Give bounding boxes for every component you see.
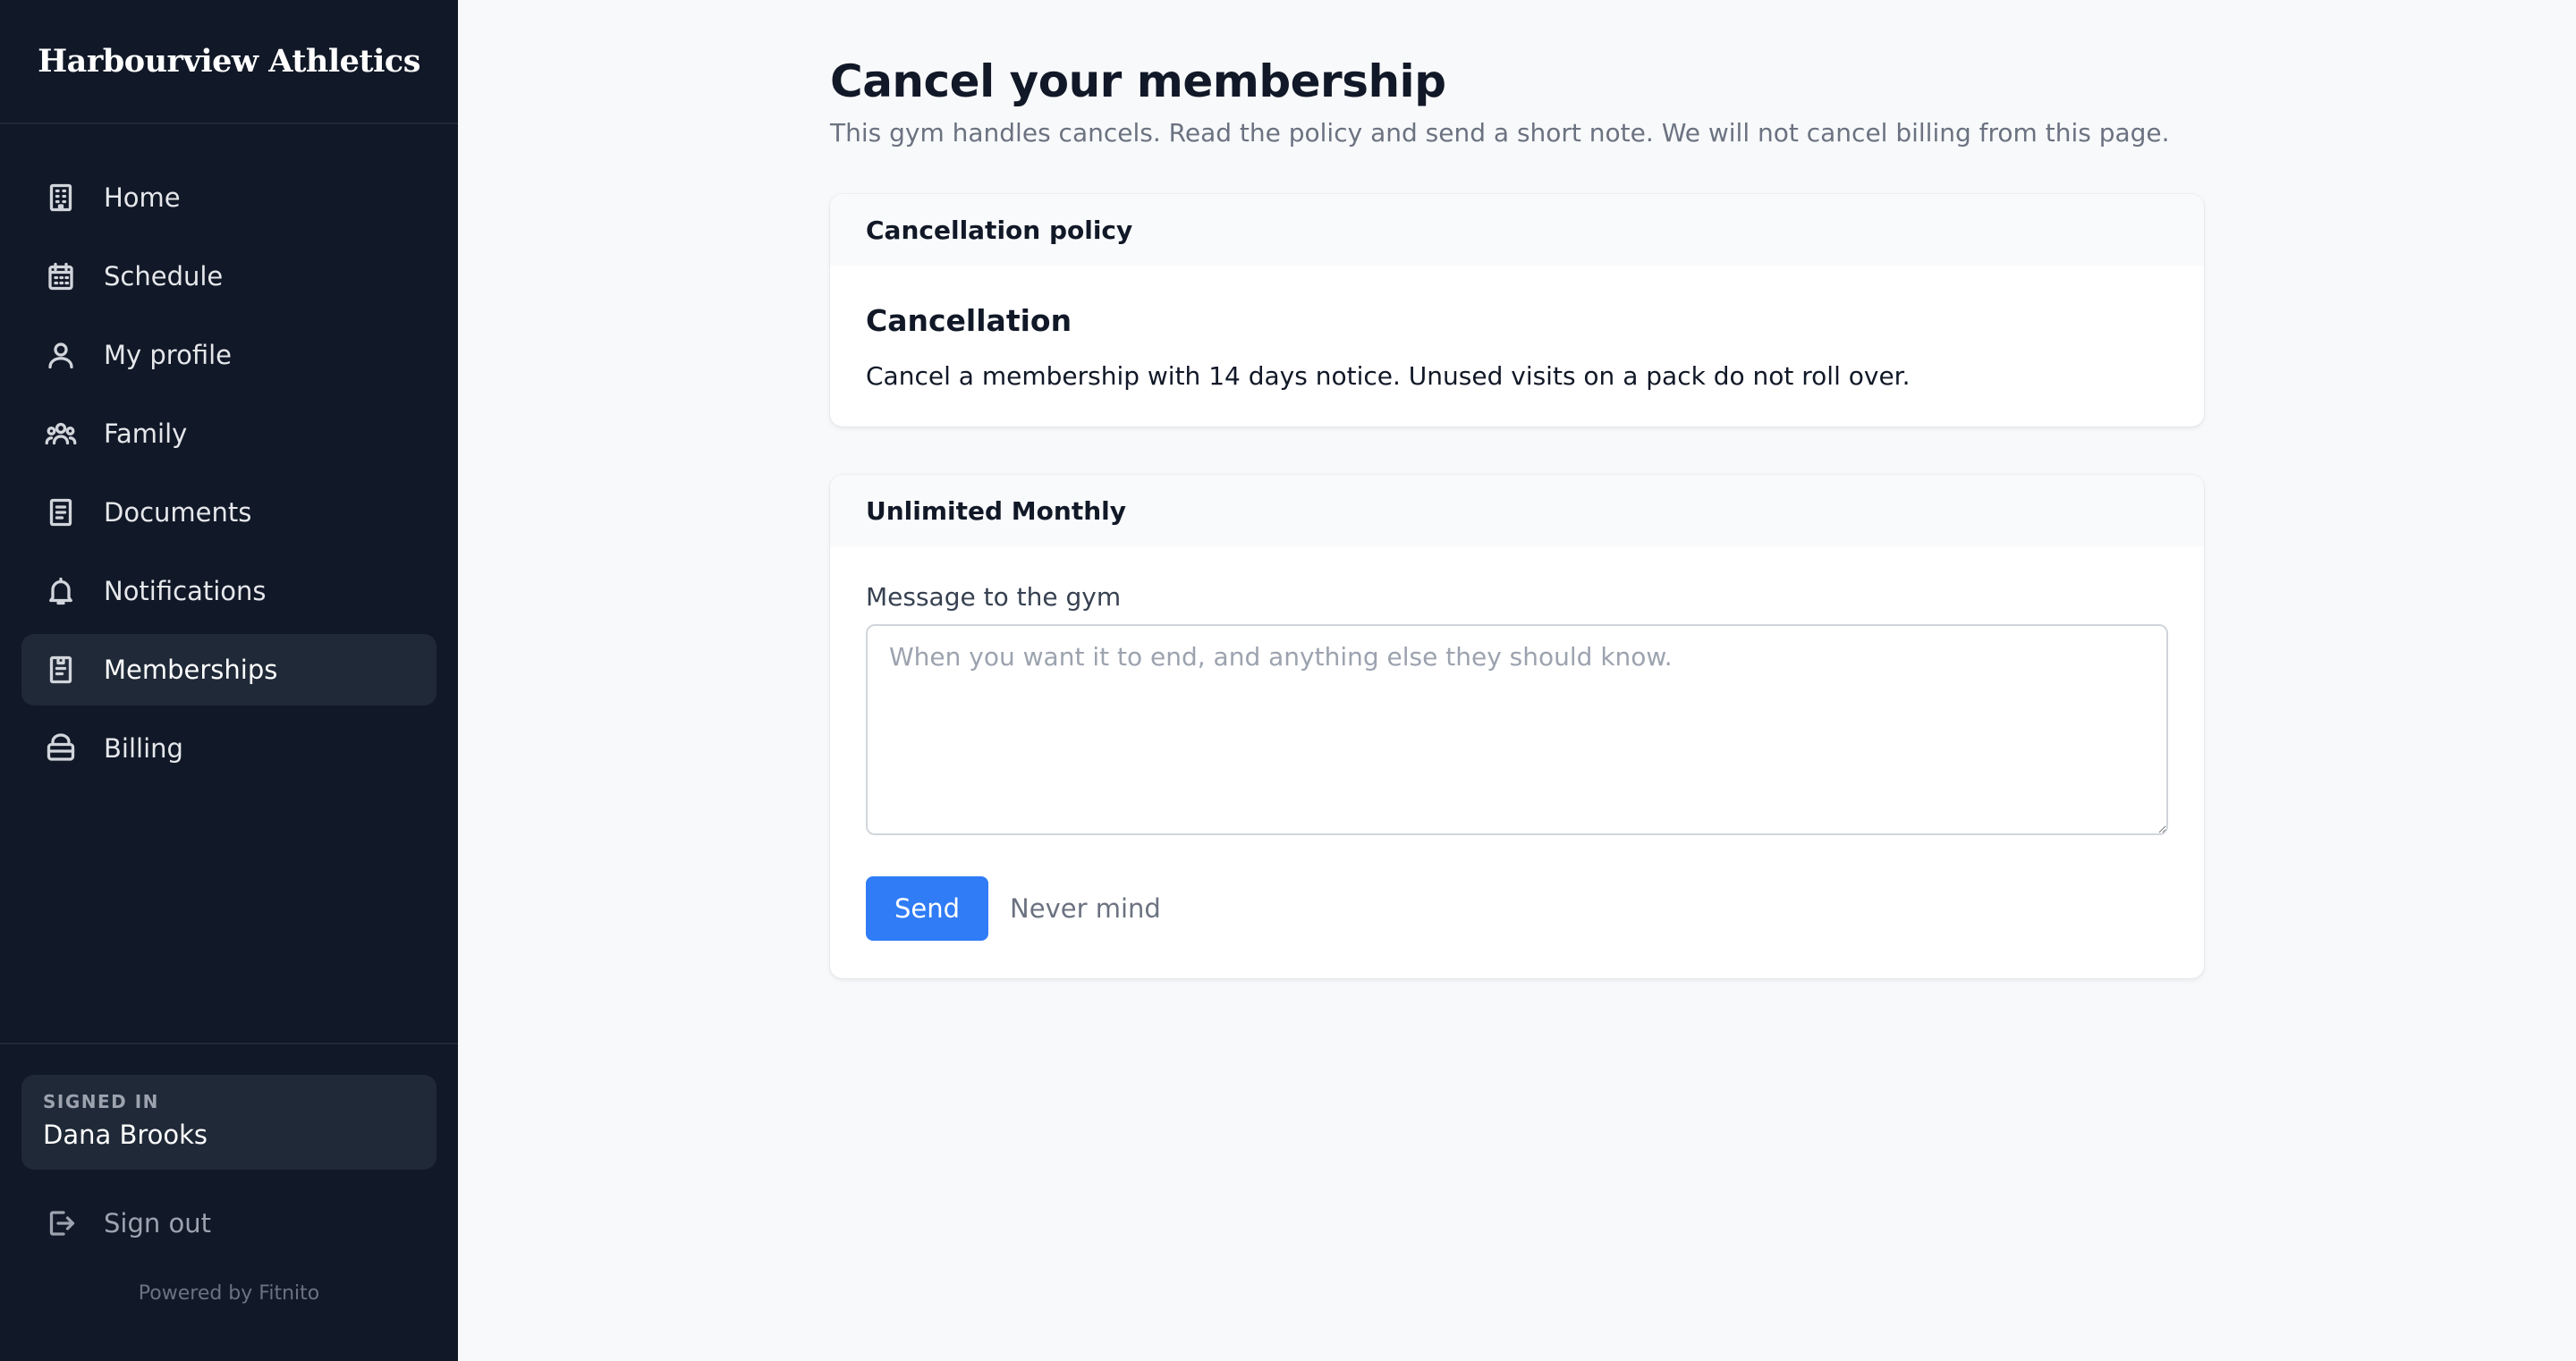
sidebar-item-documents[interactable]: Documents	[21, 477, 436, 548]
page-title: Cancel your membership	[830, 55, 1446, 107]
user-name: Dana Brooks	[43, 1120, 208, 1150]
sidebar-item-my-profile[interactable]: My profile	[21, 319, 436, 391]
sidebar-item-label: Billing	[104, 733, 183, 764]
sidebar: Harbourview Athletics Home Schedule My p…	[0, 0, 458, 1361]
form-actions: Send Never mind	[866, 876, 2168, 941]
brand-logo[interactable]: Harbourview Athletics	[0, 0, 458, 124]
page-subtitle: This gym handles cancels. Read the polic…	[830, 118, 2170, 148]
membership-card-header: Unlimited Monthly	[830, 475, 2204, 546]
send-button[interactable]: Send	[866, 876, 989, 941]
main-content: Cancel your membership This gym handles …	[458, 0, 2576, 1361]
sidebar-item-label: Family	[104, 418, 188, 449]
users-icon	[43, 416, 79, 452]
sign-out-button[interactable]: Sign out	[21, 1188, 436, 1259]
sidebar-item-label: Home	[104, 182, 181, 213]
sidebar-item-label: Schedule	[104, 261, 224, 292]
signed-in-label: SIGNED IN	[43, 1091, 159, 1112]
calendar-icon	[43, 258, 79, 294]
policy-text: Cancel a membership with 14 days notice.…	[866, 361, 1911, 391]
sidebar-footer: SIGNED IN Dana Brooks Sign out Powered b…	[0, 1043, 458, 1305]
sidebar-item-schedule[interactable]: Schedule	[21, 241, 436, 312]
sidebar-item-label: Notifications	[104, 576, 267, 606]
bell-icon	[43, 573, 79, 609]
building-icon	[43, 180, 79, 216]
sidebar-item-label: My profile	[104, 340, 233, 370]
sign-out-icon	[43, 1205, 79, 1241]
app-shell: Harbourview Athletics Home Schedule My p…	[0, 0, 2576, 1361]
membership-card: Unlimited Monthly Message to the gym Sen…	[830, 475, 2204, 978]
sign-out-label: Sign out	[104, 1208, 211, 1238]
sidebar-item-notifications[interactable]: Notifications	[21, 555, 436, 627]
user-icon	[43, 337, 79, 373]
signed-in-card: SIGNED IN Dana Brooks	[21, 1075, 436, 1170]
policy-card-header: Cancellation policy	[830, 194, 2204, 266]
never-mind-button[interactable]: Never mind	[1010, 893, 1161, 924]
sidebar-item-home[interactable]: Home	[21, 162, 436, 233]
policy-heading: Cancellation	[866, 303, 1072, 338]
membership-card-body: Message to the gym Send Never mind	[830, 546, 2204, 978]
sidebar-item-memberships[interactable]: Memberships	[21, 634, 436, 706]
sidebar-nav: Home Schedule My profile Family Document…	[0, 124, 458, 791]
sidebar-item-billing[interactable]: Billing	[21, 713, 436, 784]
policy-card-body: Cancellation Cancel a membership with 14…	[830, 266, 2204, 427]
message-textarea[interactable]	[866, 624, 2168, 835]
clipboard-icon	[43, 652, 79, 688]
content-column: Cancel your membership This gym handles …	[830, 55, 2204, 978]
powered-by: Powered by Fitnito	[138, 1282, 320, 1305]
policy-card: Cancellation policy Cancellation Cancel …	[830, 194, 2204, 427]
sidebar-item-label: Documents	[104, 497, 252, 528]
wallet-icon	[43, 731, 79, 766]
document-icon	[43, 495, 79, 530]
sidebar-item-family[interactable]: Family	[21, 398, 436, 469]
message-label: Message to the gym	[866, 582, 1122, 612]
sidebar-item-label: Memberships	[104, 655, 278, 685]
